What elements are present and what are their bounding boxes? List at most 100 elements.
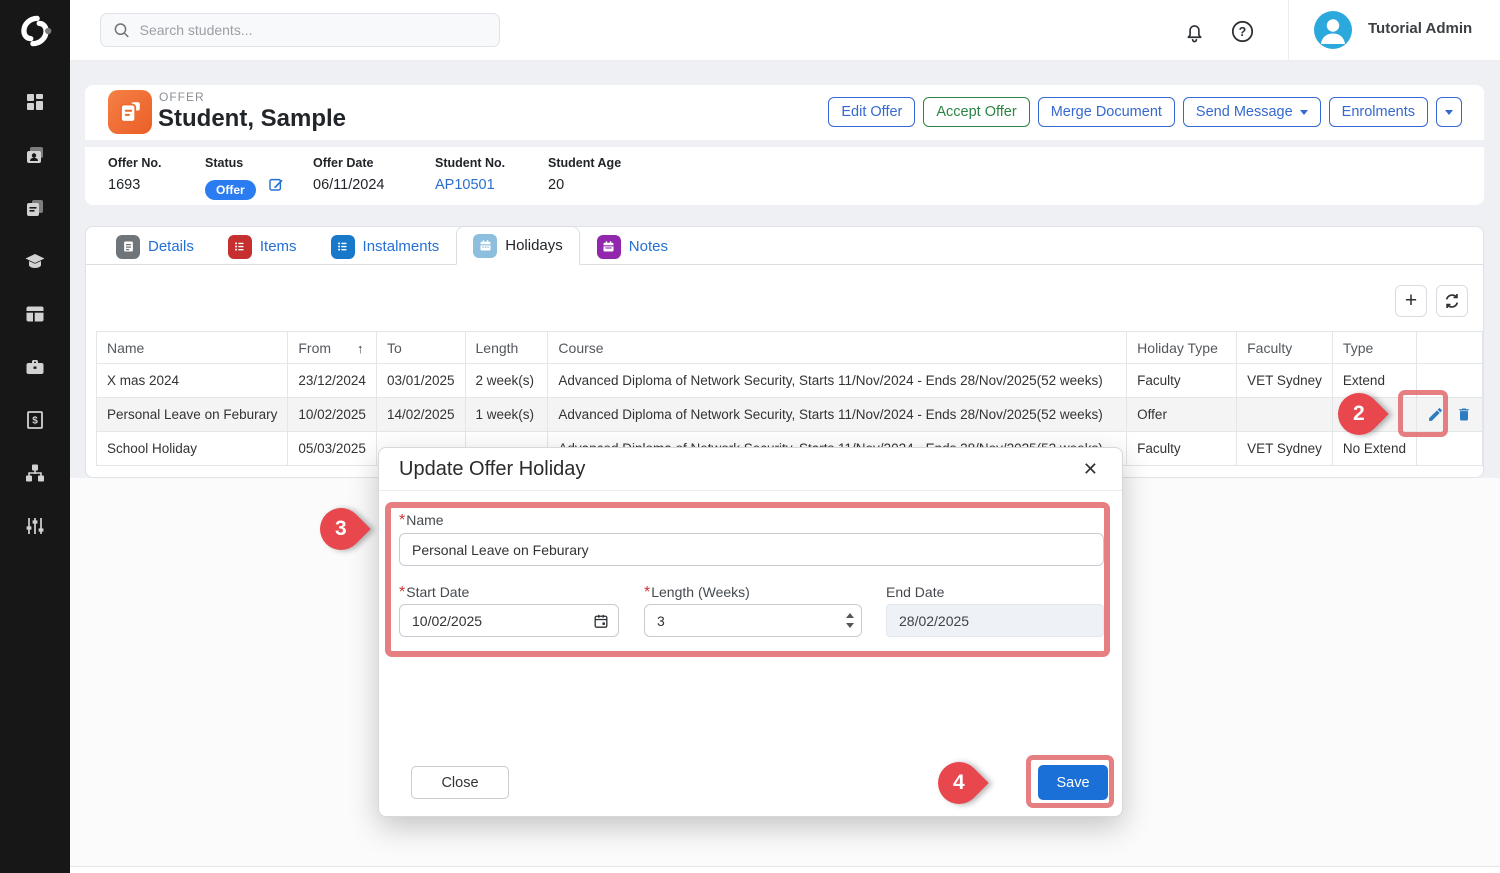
col-holiday-type-label: Holiday Type: [1137, 340, 1218, 356]
edit-status-button[interactable]: [268, 176, 284, 192]
table-header-row: Name From ↑ To Length Course Holiday Type…: [97, 332, 1483, 364]
student-no-field: Student No. AP10501: [435, 156, 505, 194]
svg-text:$: $: [32, 416, 38, 427]
merge-document-button[interactable]: Merge Document: [1038, 97, 1175, 127]
modal-close-footer-button[interactable]: Close: [411, 766, 509, 799]
sidebar-item-agents[interactable]: [17, 354, 53, 380]
required-asterisk: *: [399, 512, 405, 529]
col-length[interactable]: Length: [465, 332, 548, 364]
logo-icon: [16, 12, 54, 50]
refresh-icon: [1443, 292, 1461, 310]
user-avatar[interactable]: [1314, 11, 1352, 49]
sidebar-item-invoices[interactable]: $: [17, 407, 53, 433]
offer-detail-card: Details Items Instalments Holidays Notes: [85, 226, 1484, 478]
enrolments-label: Enrolments: [1342, 104, 1415, 120]
sidebar-item-settings[interactable]: [17, 513, 53, 539]
tab-instalments[interactable]: Instalments: [314, 227, 457, 265]
app-logo[interactable]: [0, 0, 70, 61]
notifications-button[interactable]: [1180, 17, 1208, 45]
student-age-label: Student Age: [548, 156, 621, 170]
settings-icon: [24, 515, 46, 537]
col-name-label: Name: [107, 340, 144, 356]
col-from-label: From: [298, 340, 331, 356]
sidebar-item-offers[interactable]: [17, 195, 53, 221]
length-weeks-input[interactable]: [644, 604, 862, 637]
refresh-button[interactable]: [1436, 285, 1468, 317]
modal-header: Update Offer Holiday ✕: [379, 448, 1122, 491]
pencil-icon: [1427, 406, 1444, 423]
offer-date-label: Offer Date: [313, 156, 385, 170]
chevron-down-icon: [1300, 110, 1308, 115]
sidebar-item-students[interactable]: [17, 142, 53, 168]
add-holiday-button[interactable]: +: [1395, 285, 1427, 317]
col-faculty-label: Faculty: [1247, 340, 1292, 356]
col-name[interactable]: Name: [97, 332, 288, 364]
sidebar-item-courses[interactable]: [17, 248, 53, 274]
col-course[interactable]: Course: [548, 332, 1127, 364]
page-title: Student, Sample: [158, 105, 346, 133]
tab-strip: Details Items Instalments Holidays Notes: [86, 227, 1483, 265]
col-length-label: Length: [476, 340, 519, 356]
sidebar-item-dashboard[interactable]: [17, 89, 53, 115]
tab-details[interactable]: Details: [99, 227, 211, 265]
accept-offer-button[interactable]: Accept Offer: [923, 97, 1029, 127]
tab-notes[interactable]: Notes: [580, 227, 685, 265]
workflow-icon: [24, 462, 46, 484]
table-toolbar: +: [1395, 285, 1468, 317]
sidebar-item-workflow[interactable]: [17, 460, 53, 486]
details-tab-icon: [116, 235, 140, 259]
items-tab-icon: [228, 235, 252, 259]
tab-instalments-label: Instalments: [363, 238, 440, 255]
col-course-label: Course: [558, 340, 603, 356]
calendar-icon[interactable]: [593, 613, 609, 629]
edit-offer-button[interactable]: Edit Offer: [828, 97, 915, 127]
chevron-down-icon: [1445, 110, 1453, 115]
offer-title-card: OFFER Student, Sample Edit Offer Accept …: [85, 85, 1484, 140]
more-actions-button[interactable]: [1436, 97, 1462, 127]
number-stepper[interactable]: [846, 613, 854, 628]
edit-status-icon: [268, 176, 284, 192]
header-actions: Edit Offer Accept Offer Merge Document S…: [828, 97, 1462, 127]
enrolments-button[interactable]: Enrolments: [1329, 97, 1428, 127]
col-holiday-type[interactable]: Holiday Type: [1127, 332, 1237, 364]
send-message-button[interactable]: Send Message: [1183, 97, 1321, 127]
section-kicker: OFFER: [159, 90, 205, 104]
start-date-input[interactable]: [399, 604, 619, 637]
col-actions: [1416, 332, 1482, 364]
tab-items[interactable]: Items: [211, 227, 314, 265]
offer-date-field: Offer Date 06/11/2024: [313, 156, 385, 194]
students-icon: [24, 144, 46, 166]
table-row-highlighted[interactable]: Personal Leave on Feburary 10/02/2025 14…: [97, 398, 1483, 432]
tab-details-label: Details: [148, 238, 194, 255]
dashboard-icon: [24, 91, 46, 113]
required-asterisk: *: [399, 584, 405, 601]
modal-close-button[interactable]: ✕: [1077, 457, 1104, 482]
courses-icon: [24, 250, 46, 272]
invoices-icon: $: [24, 409, 46, 431]
col-type[interactable]: Type: [1332, 332, 1416, 364]
col-from[interactable]: From ↑: [288, 332, 377, 364]
edit-holiday-button[interactable]: [1427, 406, 1444, 423]
stepper-down-icon[interactable]: [846, 623, 854, 628]
sidebar-item-timetable[interactable]: [17, 301, 53, 327]
name-input[interactable]: [399, 533, 1104, 566]
footer-divider: [70, 866, 1500, 867]
topnav-divider: [1288, 0, 1289, 61]
help-button[interactable]: ?: [1228, 17, 1256, 45]
student-no-link[interactable]: AP10501: [435, 177, 495, 193]
student-age-value: 20: [548, 177, 564, 193]
name-label: *Name: [399, 512, 444, 530]
col-to[interactable]: To: [376, 332, 465, 364]
tab-holidays[interactable]: Holidays: [456, 226, 580, 265]
sort-asc-icon: ↑: [357, 341, 364, 356]
stepper-up-icon[interactable]: [846, 613, 854, 618]
search-input[interactable]: [140, 22, 487, 38]
user-name[interactable]: Tutorial Admin: [1368, 20, 1472, 37]
status-label: Status: [205, 156, 284, 170]
status-badge: Offer: [205, 180, 256, 200]
table-row[interactable]: X mas 2024 23/12/2024 03/01/2025 2 week(…: [97, 364, 1483, 398]
col-faculty[interactable]: Faculty: [1237, 332, 1333, 364]
modal-save-button[interactable]: Save: [1038, 765, 1108, 800]
modal-title: Update Offer Holiday: [399, 458, 585, 481]
delete-holiday-button[interactable]: [1456, 406, 1472, 423]
